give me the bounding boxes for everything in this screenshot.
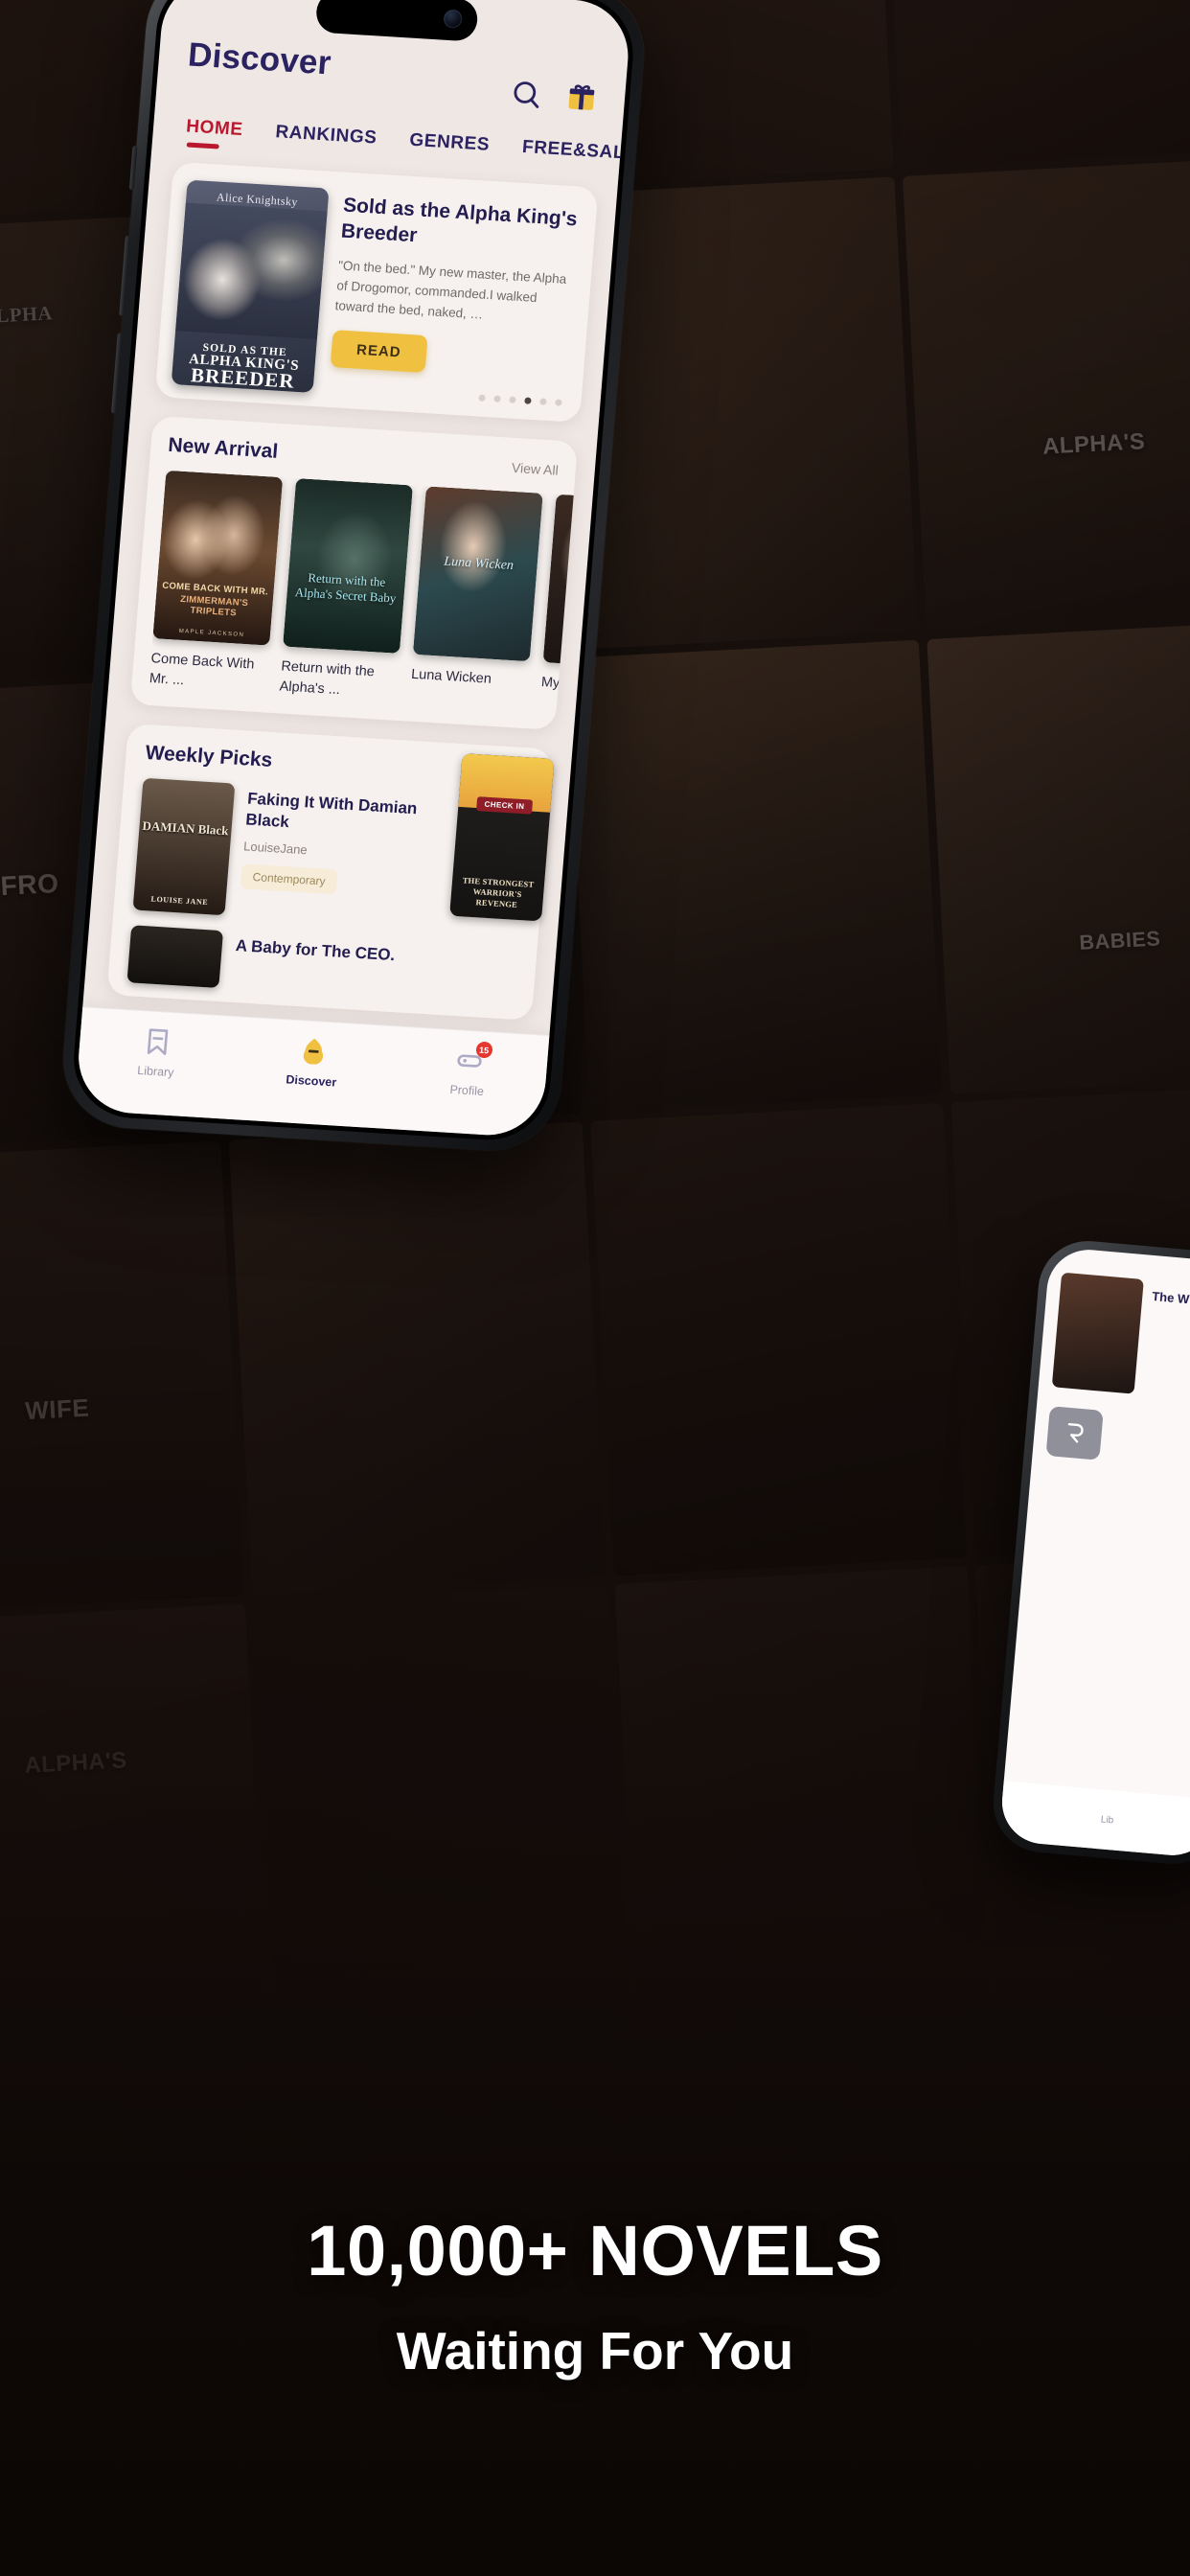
page-title: Discover — [186, 35, 333, 82]
new-arrival-shelf[interactable]: COME BACK WITH MR. ZIMMERMAN'S TRIPLETS … — [149, 470, 574, 714]
weekly-pick-genre-chip[interactable]: Contemporary — [240, 863, 338, 895]
primary-phone-mock: Discover HOME RANKINGS GENRES FREE&SALE … — [57, 0, 688, 1176]
weekly-pick-cover-author: LOUISE JANE — [150, 894, 209, 908]
new-arrival-view-all[interactable]: View All — [511, 460, 559, 478]
secondary-bottom-nav: Lib — [998, 1781, 1190, 1859]
front-camera-icon — [443, 9, 463, 29]
tab-genres[interactable]: GENRES — [408, 130, 491, 166]
app-logo-icon — [1067, 1423, 1084, 1443]
compass-icon — [303, 1038, 324, 1065]
book-cover[interactable]: Return with the Alpha's Secret Baby — [283, 478, 413, 654]
weekly-pick-title: Faking It With Damian Black — [244, 789, 419, 832]
weekly-pick-row[interactable]: A Baby for The CEO. — [126, 925, 537, 1007]
carousel-dot[interactable] — [478, 394, 486, 402]
tab-home[interactable]: HOME — [185, 116, 243, 150]
book-cover[interactable]: COME BACK WITH MR. ZIMMERMAN'S TRIPLETS … — [152, 470, 284, 646]
featured-book-description: "On the bed." My new master, the Alpha o… — [334, 258, 567, 322]
book-item[interactable]: My Va1 Profes — [538, 494, 574, 714]
nav-label-profile: Profile — [448, 1082, 485, 1099]
collage-tile-label: ALPHA'S — [1041, 427, 1147, 460]
nav-label-library: Library — [136, 1063, 175, 1080]
check-in-card-title: THE STRONGEST WARRIOR'S REVENGE — [462, 875, 535, 909]
carousel-dot[interactable] — [555, 399, 562, 406]
book-item[interactable]: COME BACK WITH MR. ZIMMERMAN'S TRIPLETS … — [149, 470, 284, 696]
carousel-dot[interactable] — [509, 396, 516, 403]
featured-cover-art — [175, 202, 328, 340]
read-button[interactable]: READ — [330, 329, 428, 373]
collage-tile: WIFE — [0, 1140, 245, 1614]
search-icon[interactable] — [509, 77, 546, 113]
book-item[interactable]: Luna Wicken Luna Wicken — [409, 486, 543, 711]
weekly-pick-author: LouiseJane — [242, 839, 309, 858]
book-title: Come Back With Mr. ... — [149, 651, 256, 688]
featured-book-cover[interactable]: Alice Knightsky SOLD AS THE ALPHA KING'S… — [171, 179, 330, 393]
bottom-navigation: Library Discover 15 Profile — [74, 1006, 550, 1138]
collage-tile: ALPHA'S — [903, 157, 1190, 632]
new-arrival-section: New Arrival View All COME BACK WITH MR. … — [129, 415, 579, 731]
secondary-logo-tile — [1045, 1406, 1104, 1460]
collage-tile: I'M TH — [879, 0, 1190, 169]
nav-item-profile[interactable]: 15 Profile — [388, 1040, 548, 1102]
marketing-subhead: Waiting For You — [396, 2321, 794, 2380]
weekly-pick-title: A Baby for The CEO. — [235, 936, 396, 965]
app-screen: Discover HOME RANKINGS GENRES FREE&SALE … — [74, 0, 633, 1138]
weekly-pick-cover[interactable]: DAMIAN Black LOUISE JANE — [132, 777, 236, 916]
book-cover[interactable] — [542, 494, 574, 670]
book-title: My Va1 Profes — [540, 675, 574, 696]
collage-tile: BABIES — [927, 620, 1190, 1094]
check-in-promo[interactable]: CHECK IN THE STRONGEST WARRIOR'S REVENGE — [449, 753, 555, 922]
check-in-badge[interactable]: CHECK IN — [476, 796, 534, 815]
featured-book-card[interactable]: Alice Knightsky SOLD AS THE ALPHA KING'S… — [154, 161, 599, 423]
secondary-book-title: The W — [1151, 1288, 1190, 1307]
collage-tile-label: WIFE — [25, 1393, 91, 1425]
book-cover-line2: ZIMMERMAN'S TRIPLETS — [179, 593, 249, 619]
secondary-nav-label: Lib — [1100, 1813, 1114, 1826]
secondary-book-cover — [1051, 1272, 1144, 1394]
carousel-dot[interactable] — [493, 395, 501, 402]
book-title: Return with the Alpha's ... — [279, 658, 376, 698]
collage-tile-label: ALPHA'S — [24, 1746, 128, 1779]
book-item[interactable]: Return with the Alpha's Secret Baby Retu… — [279, 478, 413, 703]
gift-icon[interactable] — [564, 80, 602, 117]
marketing-copy: 10,000+ NOVELS Waiting For You — [0, 1905, 1190, 2576]
book-cover-text: Return with the Alpha's Secret Baby — [294, 570, 397, 606]
weekly-picks-section: Weekly Picks CHECK IN THE STRONGEST WARR… — [106, 723, 555, 1022]
book-title: Luna Wicken — [410, 666, 492, 687]
weekly-pick-cover-title: DAMIAN Black — [142, 817, 230, 838]
profile-badge-count: 15 — [475, 1041, 493, 1059]
carousel-dot-active[interactable] — [524, 397, 532, 404]
promo-screenshot: REJECT Bargain I'M TH AN ALPHA ALPHA'S F… — [0, 0, 1190, 2576]
collage-tile — [228, 1121, 606, 1596]
nav-label-discover: Discover — [285, 1072, 337, 1090]
nav-item-library[interactable]: Library — [78, 1021, 238, 1083]
new-arrival-title: New Arrival — [167, 433, 280, 463]
nav-item-discover[interactable]: Discover — [233, 1030, 393, 1092]
book-cover[interactable]: Luna Wicken — [412, 486, 543, 662]
collage-tile-label: BABIES — [1079, 928, 1162, 955]
book-cover-line3: MAPLE JACKSON — [178, 628, 245, 638]
carousel-dot[interactable] — [539, 398, 547, 405]
collage-tile — [590, 1102, 968, 1576]
bookmark-icon — [148, 1028, 169, 1056]
book-cover-text: Luna Wicken — [443, 555, 515, 574]
marketing-headline: 10,000+ NOVELS — [307, 2211, 883, 2290]
content-scroll-area[interactable]: Alice Knightsky SOLD AS THE ALPHA KING'S… — [83, 145, 618, 1022]
weekly-pick-cover[interactable] — [126, 925, 224, 989]
tab-rankings[interactable]: RANKINGS — [274, 122, 378, 158]
featured-book-title: Sold as the Alpha King's Breeder — [340, 194, 579, 247]
